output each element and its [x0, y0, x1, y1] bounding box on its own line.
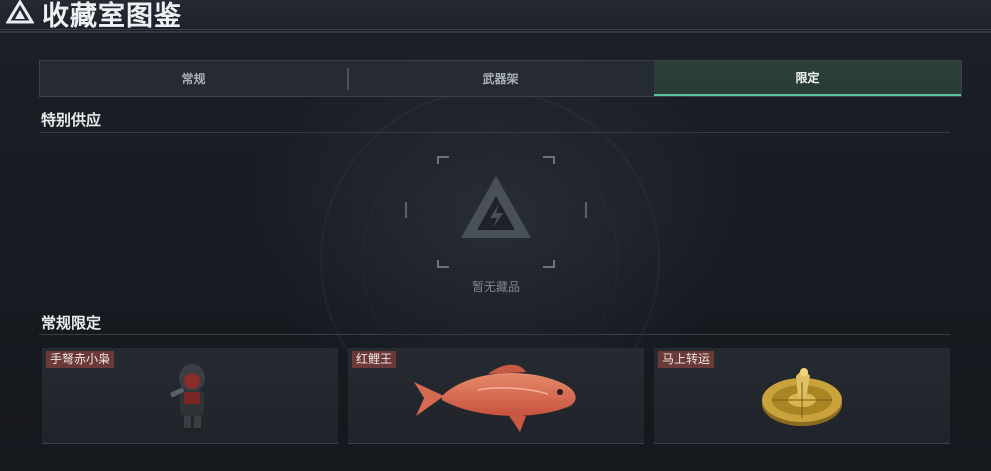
card-label: 手弩赤小枭 [46, 351, 115, 368]
frame-corner [437, 156, 449, 164]
tab-limited[interactable]: 限定 [654, 61, 961, 96]
frame-tick [405, 202, 407, 218]
empty-placeholder [405, 156, 587, 268]
title-bar: 收藏室图鉴 [0, 0, 991, 31]
golden-horse-wheel-icon [762, 368, 842, 426]
section-divider [39, 132, 950, 133]
category-tabs: 常规 武器架 限定 [39, 60, 962, 97]
tab-weapon-rack[interactable]: 武器架 [347, 61, 654, 96]
tab-regular[interactable]: 常规 [40, 61, 347, 96]
red-carp-icon [414, 364, 576, 432]
collection-card[interactable]: 手弩赤小枭 [42, 348, 338, 444]
frame-corner [543, 156, 555, 164]
triangle-bolt-logo-icon [461, 176, 531, 238]
frame-corner [437, 260, 449, 268]
card-label: 马上转运 [658, 351, 715, 368]
collection-card[interactable]: 马上转运 [654, 348, 950, 444]
hooded-figurine-icon [170, 364, 205, 432]
section-title-regular-limited: 常规限定 [41, 315, 102, 332]
section-title-special-supply: 特别供应 [41, 112, 102, 129]
triangle-logo-icon [6, 0, 34, 24]
page-title: 收藏室图鉴 [42, 1, 182, 31]
header-divider [0, 31, 991, 33]
frame-corner [543, 260, 555, 268]
card-label: 红鲤王 [352, 351, 397, 368]
section-divider [39, 334, 950, 335]
empty-state-text: 暂无藏品 [471, 280, 520, 294]
collection-card[interactable]: 红鲤王 [348, 348, 644, 444]
frame-tick [585, 202, 587, 218]
